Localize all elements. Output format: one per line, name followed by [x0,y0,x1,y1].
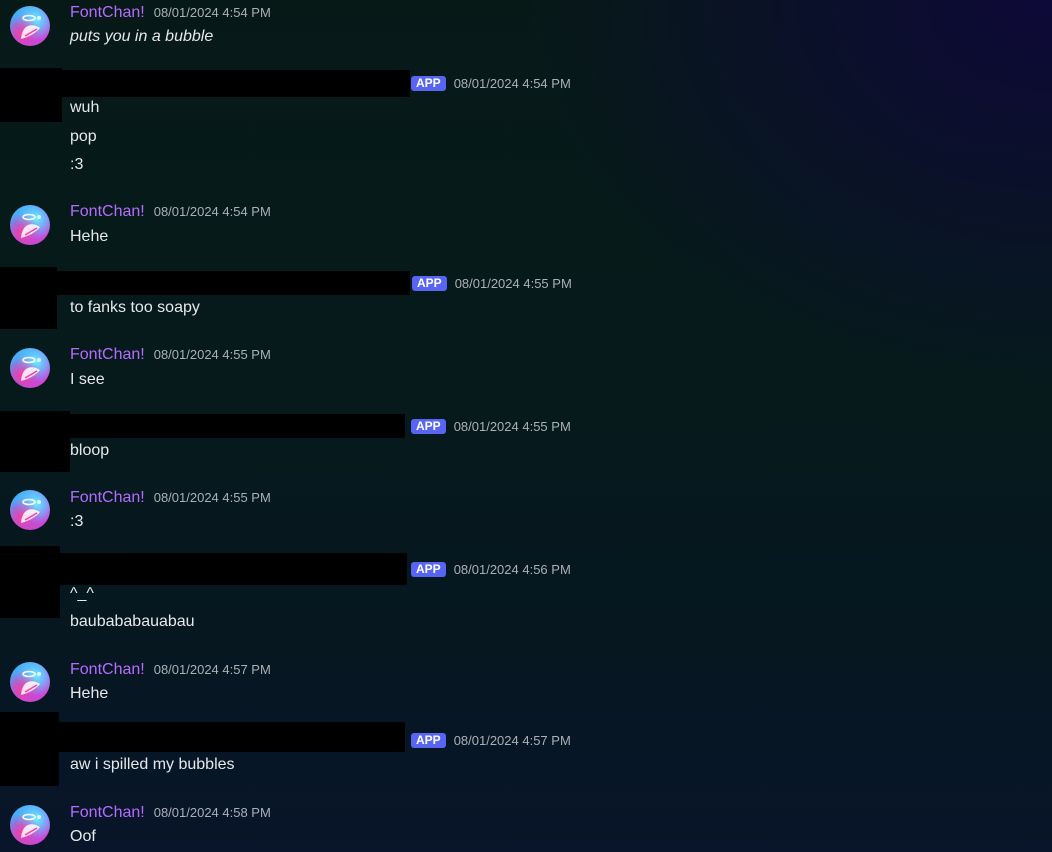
redacted-avatar [0,546,60,618]
avatar[interactable] [10,805,50,845]
message-text: bloop [70,442,110,459]
message-header: FontChan! 08/01/2024 4:54 PM [70,4,271,22]
timestamp: 08/01/2024 4:56 PM [453,562,571,577]
message-header: FontChan! 08/01/2024 4:55 PM [70,346,271,364]
message-text: aw i spilled my bubbles [70,756,235,773]
message-header: APP 08/01/2024 4:54 PM [411,76,571,91]
username[interactable]: FontChan! [70,489,145,507]
timestamp: 08/01/2024 4:58 PM [153,805,271,820]
timestamp: 08/01/2024 4:55 PM [453,419,571,434]
message-text: Hehe [70,228,109,245]
message-header: APP 08/01/2024 4:57 PM [411,733,571,748]
username[interactable]: FontChan! [70,661,145,679]
redacted-avatar [0,68,62,122]
bubble-mascot-icon [21,356,41,381]
username[interactable]: FontChan! [70,4,145,22]
username[interactable]: FontChan! [70,203,145,221]
app-badge: APP [411,419,446,434]
timestamp: 08/01/2024 4:55 PM [454,276,572,291]
message-text: I see [70,371,105,388]
message-header: APP 08/01/2024 4:55 PM [411,419,571,434]
avatar[interactable] [10,6,50,46]
message-header: FontChan! 08/01/2024 4:57 PM [70,661,271,679]
app-badge: APP [412,276,447,291]
bubble-mascot-icon [21,498,41,523]
redacted-avatar [0,712,59,786]
timestamp: 08/01/2024 4:54 PM [453,76,571,91]
timestamp: 08/01/2024 4:54 PM [153,5,271,20]
redacted-avatar [0,411,70,472]
message-text: puts you in a bubble [70,28,214,45]
redacted-username [62,70,410,97]
redacted-avatar [0,267,57,329]
timestamp: 08/01/2024 4:55 PM [153,347,271,362]
username[interactable]: FontChan! [70,804,145,822]
message-text: baubababauabau [70,613,195,630]
message-text: pop [70,128,97,145]
message-text: ^_^ [70,585,94,602]
timestamp: 08/01/2024 4:54 PM [153,204,271,219]
redacted-username [59,722,405,752]
message-text: to fanks too soapy [70,299,200,316]
message-text: :3 [70,156,84,173]
message-header: FontChan! 08/01/2024 4:54 PM [70,203,271,221]
avatar[interactable] [10,348,50,388]
message-header: APP 08/01/2024 4:55 PM [412,276,572,291]
timestamp: 08/01/2024 4:57 PM [153,662,271,677]
message-text: Hehe [70,685,109,702]
redacted-username [57,271,410,295]
timestamp: 08/01/2024 4:55 PM [153,490,271,505]
app-badge: APP [411,733,446,748]
bubble-mascot-icon [21,14,41,39]
bubble-mascot-icon [21,670,41,695]
redacted-username [60,553,407,585]
bubble-mascot-icon [21,213,41,238]
redacted-username [70,414,405,438]
timestamp: 08/01/2024 4:57 PM [453,733,571,748]
avatar[interactable] [10,205,50,245]
message-text: wuh [70,99,100,116]
message-text: Oof [70,828,96,845]
bubble-mascot-icon [21,813,41,838]
app-badge: APP [411,76,446,91]
app-badge: APP [411,562,446,577]
message-header: APP 08/01/2024 4:56 PM [411,562,571,577]
avatar[interactable] [10,662,50,702]
message-text: :3 [70,513,84,530]
message-header: FontChan! 08/01/2024 4:55 PM [70,489,271,507]
avatar[interactable] [10,490,50,530]
username[interactable]: FontChan! [70,346,145,364]
message-header: FontChan! 08/01/2024 4:58 PM [70,804,271,822]
